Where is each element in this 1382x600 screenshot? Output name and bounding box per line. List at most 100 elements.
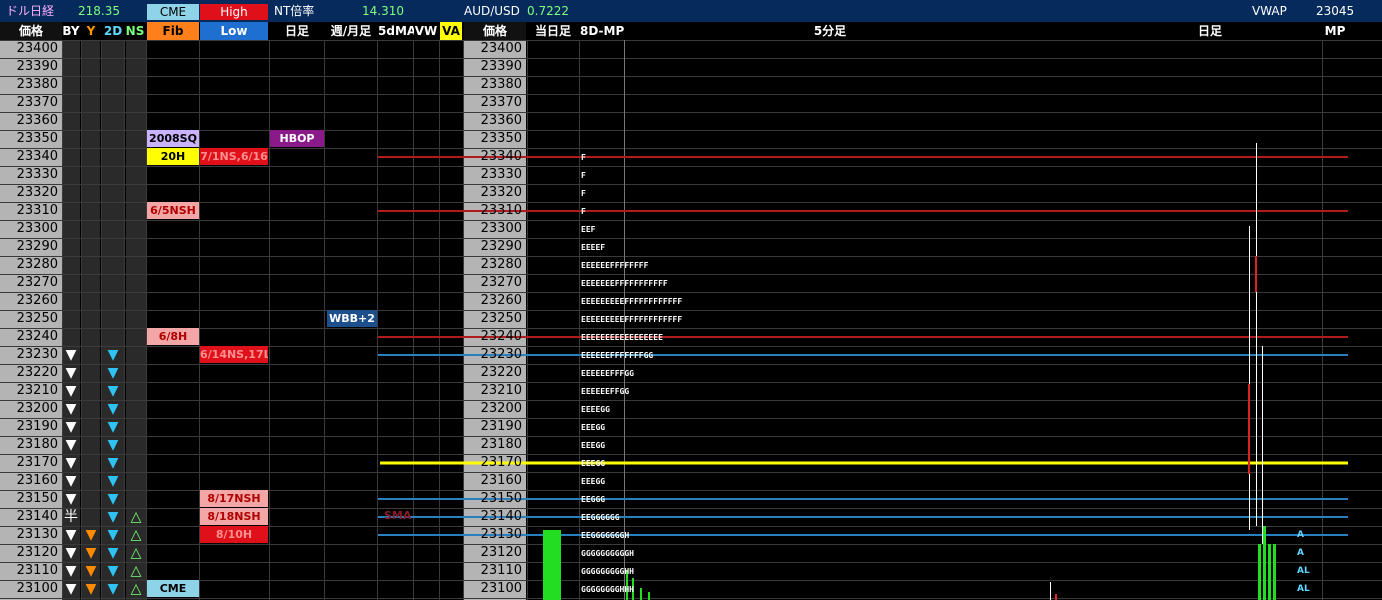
price-cell: 23100 xyxy=(16,581,58,596)
price-cell: 23380 xyxy=(16,77,58,92)
price-cell: 23360 xyxy=(16,113,58,128)
price-cell-2: 23150 xyxy=(480,491,522,506)
2d-marker: ▼ xyxy=(107,401,119,417)
price-cell-2: 23220 xyxy=(480,365,522,380)
price-cell: 23220 xyxy=(16,365,58,380)
mp-letter: AL xyxy=(1297,566,1310,576)
header-vw: VW xyxy=(414,24,438,38)
price-cell-2: 23140 xyxy=(480,509,522,524)
price-cell-2: 23160 xyxy=(480,473,522,488)
price-cell: 23160 xyxy=(16,473,58,488)
tpo-row: EEEEEEFFFFFFFF xyxy=(581,261,649,270)
tpo-row: EEGGG xyxy=(581,495,606,504)
ns-marker: △ xyxy=(130,581,142,597)
header-daily: 日足 xyxy=(284,24,309,38)
price-cell-2: 23360 xyxy=(480,113,522,128)
price-cell-2: 23170 xyxy=(480,455,522,470)
tpo-row: EEEGG xyxy=(581,441,606,450)
tpo-row: EEEEGG xyxy=(581,405,610,414)
level-box: HBOP xyxy=(270,130,324,147)
price-cell: 23200 xyxy=(16,401,58,416)
header-2d: 2D xyxy=(103,24,123,38)
ns-marker: △ xyxy=(130,509,142,525)
level-box: 6/14NS,17L xyxy=(200,346,268,363)
price-cell-2: 23340 xyxy=(480,149,522,164)
2d-marker: ▼ xyxy=(107,419,119,435)
price-cell-2: 23280 xyxy=(480,257,522,272)
by-marker: ▼ xyxy=(65,455,77,471)
header-price: 価格 xyxy=(0,22,62,40)
y-marker: ▼ xyxy=(85,527,97,543)
by-marker: ▼ xyxy=(65,347,77,363)
header-weekly-monthly: 週/月足 xyxy=(330,24,372,38)
daily-volume-bar xyxy=(1263,526,1266,600)
y-marker: ▼ xyxy=(85,545,97,561)
price-cell-2: 23180 xyxy=(480,437,522,452)
today-candle xyxy=(543,530,561,600)
price-cell: 23340 xyxy=(16,149,58,164)
level-box: 7/1NS,6/16 xyxy=(200,148,268,165)
price-cell: 23240 xyxy=(16,329,58,344)
mp-letter: AL xyxy=(1297,584,1310,594)
2d-marker: ▼ xyxy=(107,365,119,381)
price-cell-2: 23350 xyxy=(480,131,522,146)
price-cell-2: 23320 xyxy=(480,185,522,200)
by-marker: ▼ xyxy=(65,419,77,435)
header-low: Low xyxy=(200,22,268,40)
high-tag: High xyxy=(200,4,268,20)
level-box: 8/17NSH xyxy=(200,490,268,507)
price-cell: 23350 xyxy=(16,131,58,146)
usd-nikkei-label: ドル日経 xyxy=(6,4,55,18)
level-box: CME xyxy=(147,580,199,597)
usd-nikkei-value: 218.35 xyxy=(78,4,120,18)
level-box: 2008SQ xyxy=(147,130,199,147)
price-cell: 23330 xyxy=(16,167,58,182)
tpo-row: GGGGGGGGGHH xyxy=(581,567,634,576)
tpo-row: EEEGG xyxy=(581,459,606,468)
price-cell: 23270 xyxy=(16,275,58,290)
marker-column-bg xyxy=(82,40,100,600)
price-cell: 23130 xyxy=(16,527,58,542)
level-box: WBB+2 xyxy=(327,310,377,327)
tpo-row: EEEEEEFFFFFFFGG xyxy=(581,351,654,360)
tpo-row: EEEEEEFFFGG xyxy=(581,369,634,378)
header-mp: MP xyxy=(1324,24,1346,38)
tick-bar xyxy=(1050,582,1051,600)
top-info-bar: ドル日経 218.35 CME High NT倍率 14.310 AUD/USD… xyxy=(0,0,1382,22)
mp-letter: A xyxy=(1297,530,1304,540)
2d-marker: ▼ xyxy=(107,491,119,507)
column-header-row: 価格 BY Y 2D NS Fib Low 日足 週/月足 5dMA VW VA… xyxy=(0,22,1382,40)
price-cell: 23320 xyxy=(16,185,58,200)
price-cell: 23370 xyxy=(16,95,58,110)
price-cell-2: 23210 xyxy=(480,383,522,398)
tpo-row: EEEEF xyxy=(581,243,606,252)
vwap-value: 23045 xyxy=(1316,4,1355,18)
daily-volume-bar xyxy=(1258,544,1261,600)
price-cell: 23230 xyxy=(16,347,58,362)
tpo-row: F xyxy=(581,189,586,198)
daily-volume-bar xyxy=(1273,544,1276,600)
price-cell: 23150 xyxy=(16,491,58,506)
header-5dma: 5dMA xyxy=(378,24,414,38)
by-marker: ▼ xyxy=(65,437,77,453)
header-y: Y xyxy=(86,24,96,38)
price-cell-2: 23400 xyxy=(480,41,522,56)
header-8d-mp: 8D-MP xyxy=(580,24,624,38)
header-daily-2: 日足 xyxy=(1197,24,1222,38)
2d-marker: ▼ xyxy=(107,455,119,471)
price-cell-2: 23380 xyxy=(480,77,522,92)
by-marker: ▼ xyxy=(65,563,77,579)
price-cell-2: 23330 xyxy=(480,167,522,182)
tpo-row: EEEEEEFFGG xyxy=(581,387,630,396)
2d-marker: ▼ xyxy=(107,527,119,543)
daily-volume-bar xyxy=(1268,544,1271,600)
tpo-row: F xyxy=(581,153,586,162)
price-cell: 23260 xyxy=(16,293,58,308)
price-cell: 23400 xyxy=(16,41,58,56)
price-cell: 23180 xyxy=(16,437,58,452)
by-marker: ▼ xyxy=(65,383,77,399)
tpo-row: F xyxy=(581,171,586,180)
by-marker: ▼ xyxy=(65,473,77,489)
price-cell: 23190 xyxy=(16,419,58,434)
ns-marker: △ xyxy=(130,527,142,543)
